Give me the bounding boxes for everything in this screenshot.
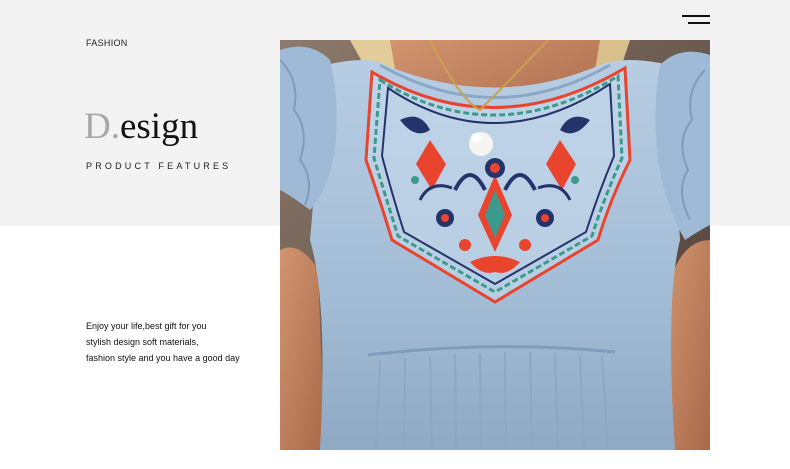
product-photo bbox=[280, 40, 710, 450]
description-line: stylish design soft materials, bbox=[86, 337, 199, 347]
hamburger-menu-icon[interactable] bbox=[682, 15, 710, 27]
design-title-rest: esign bbox=[119, 106, 199, 147]
menu-line-top bbox=[682, 15, 710, 17]
product-features-subtitle: PRODUCT FEATURES bbox=[86, 161, 232, 171]
description-line: Enjoy your life,best gift for you bbox=[86, 321, 207, 331]
design-title: D.esign bbox=[84, 108, 198, 145]
design-title-initial: D. bbox=[84, 106, 120, 147]
description: Enjoy your life,best gift for you stylis… bbox=[86, 318, 276, 366]
description-line: fashion style and you have a good day bbox=[86, 353, 240, 363]
menu-line-bottom bbox=[688, 22, 710, 24]
blouse-illustration bbox=[280, 40, 710, 450]
section-label: FASHION bbox=[86, 38, 128, 48]
